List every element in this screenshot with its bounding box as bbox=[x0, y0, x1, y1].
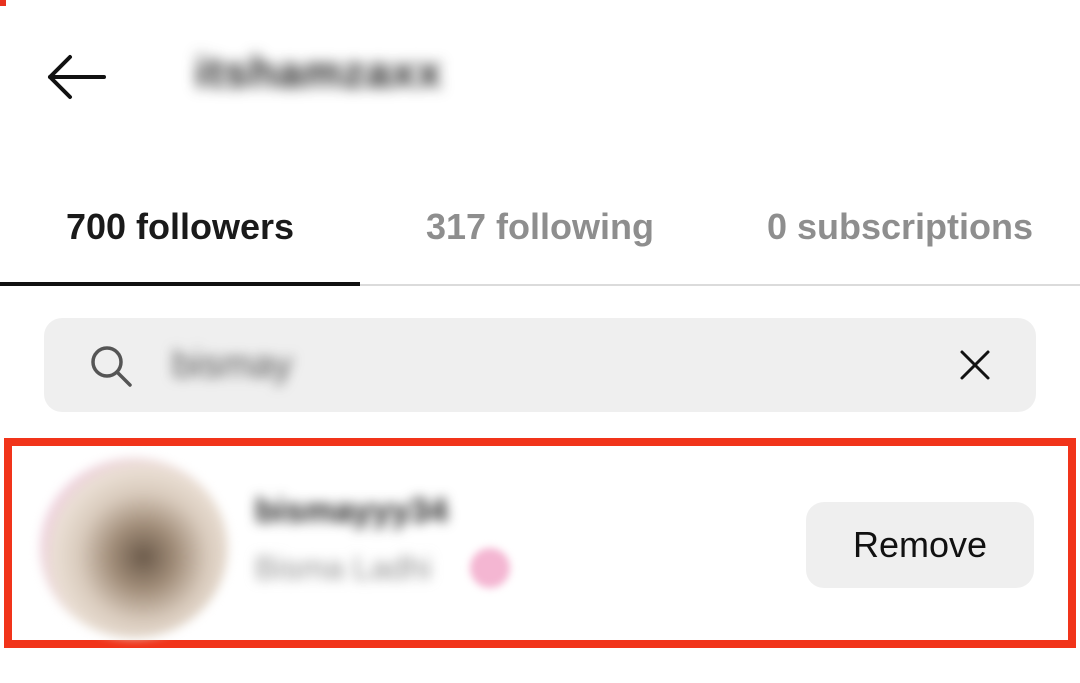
profile-username: itshamzaxx bbox=[195, 48, 443, 97]
back-button[interactable] bbox=[40, 45, 112, 109]
active-tab-indicator bbox=[0, 282, 360, 286]
followers-screen: itshamzaxx 700 followers 317 following 0… bbox=[0, 0, 1080, 683]
tab-followers[interactable]: 700 followers bbox=[0, 170, 360, 284]
search-query: bismay bbox=[172, 344, 293, 386]
badge-icon bbox=[470, 548, 510, 588]
tab-bar: 700 followers 317 following 0 subscripti… bbox=[0, 170, 1080, 286]
remove-button[interactable]: Remove bbox=[806, 502, 1034, 588]
follower-username[interactable]: bismayyy34 bbox=[255, 492, 448, 531]
avatar[interactable] bbox=[40, 458, 228, 638]
close-icon[interactable] bbox=[954, 344, 996, 386]
search-input[interactable]: bismay bbox=[44, 318, 1036, 412]
tab-subscriptions[interactable]: 0 subscriptions bbox=[720, 170, 1080, 284]
follower-full-name: Bisma Ladhi bbox=[255, 550, 432, 586]
search-icon bbox=[91, 346, 132, 387]
tab-following[interactable]: 317 following bbox=[360, 170, 720, 284]
arrow-left-icon bbox=[48, 55, 106, 99]
corner-mark bbox=[0, 0, 6, 6]
